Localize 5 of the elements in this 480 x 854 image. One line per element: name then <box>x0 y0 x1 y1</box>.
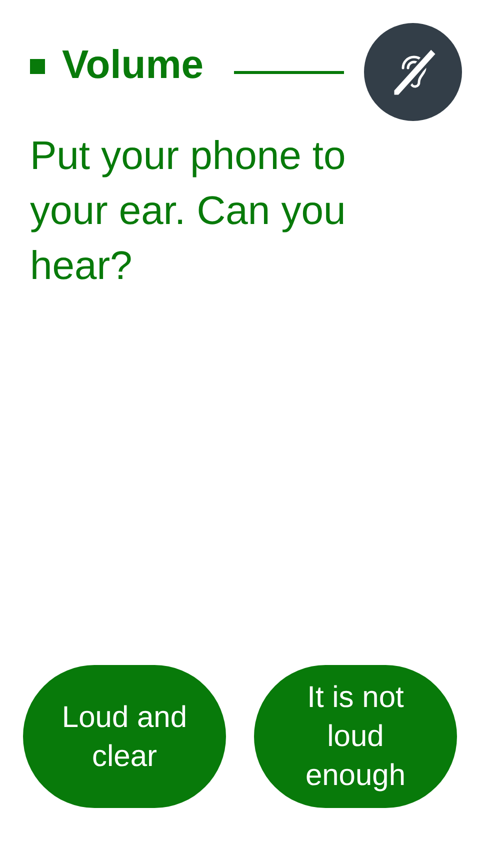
bullet-icon <box>30 58 45 74</box>
page-title: Volume <box>62 42 204 88</box>
answer-button[interactable]: Loud and clear <box>23 665 226 808</box>
question-text: Put your phone to your ear. Can you hear? <box>30 133 347 290</box>
answer-button[interactable]: It is not loud enough <box>254 665 457 808</box>
